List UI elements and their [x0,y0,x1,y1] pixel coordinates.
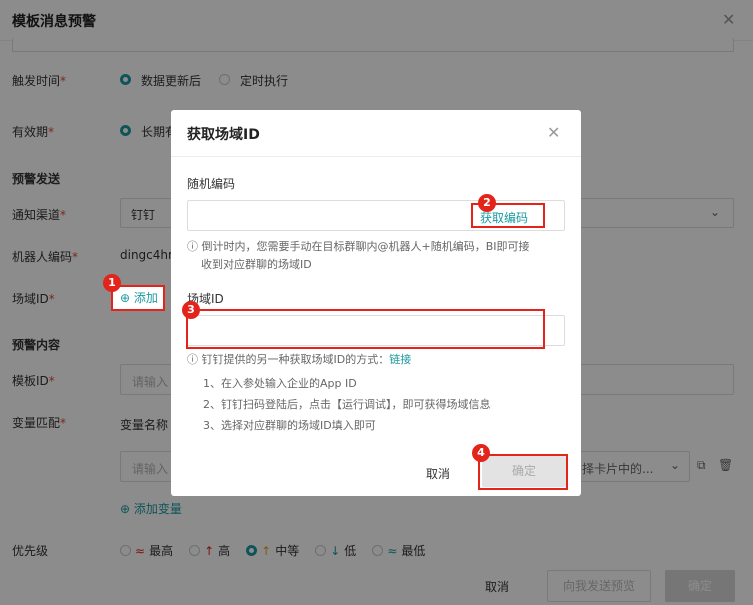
step-badge-1: 1 [103,274,121,292]
step-item: 1、在入参处输入企业的App ID [203,377,357,390]
step-badge-3: 3 [182,301,200,319]
dialog-close-icon[interactable]: ✕ [547,125,560,141]
scene-id-highlight-box [186,309,545,349]
dialog-divider [171,156,581,157]
hint-2: ⓘ 钉钉提供的另一种获取场域ID的方式：链接 [187,353,412,366]
step-item: 2、钉钉扫码登陆后，点击【运行调试】，即可获得场域信息 [203,398,491,411]
step-badge-4: 4 [472,444,490,462]
scene-add-link-highlight[interactable]: ⊕ 添加 [120,289,158,306]
step-item: 3、选择对应群聊的场域ID填入即可 [203,419,376,432]
steps-list: 1、在入参处输入企业的App ID 2、钉钉扫码登陆后，点击【运行调试】，即可获… [203,373,491,436]
info-icon: ⓘ [187,240,202,253]
random-code-label: 随机编码 [187,177,236,191]
step-badge-2: 2 [478,194,496,212]
confirm-highlight-box [478,454,568,490]
hint-1: ⓘ 倒计时内，您需要手动在目标群聊内@机器人+随机编码，BI即可接 收到对应群聊… [187,240,530,271]
info-icon-2: ⓘ [187,353,202,366]
scene-id-dialog: 获取场域ID ✕ 随机编码 获取编码 2 ⓘ 倒计时内，您需要手动在目标群聊内@… [171,110,581,496]
dialog-title: 获取场域ID [187,127,260,143]
dialog-cancel-button[interactable]: 取消 [426,465,450,482]
hint-link[interactable]: 链接 [389,353,411,366]
